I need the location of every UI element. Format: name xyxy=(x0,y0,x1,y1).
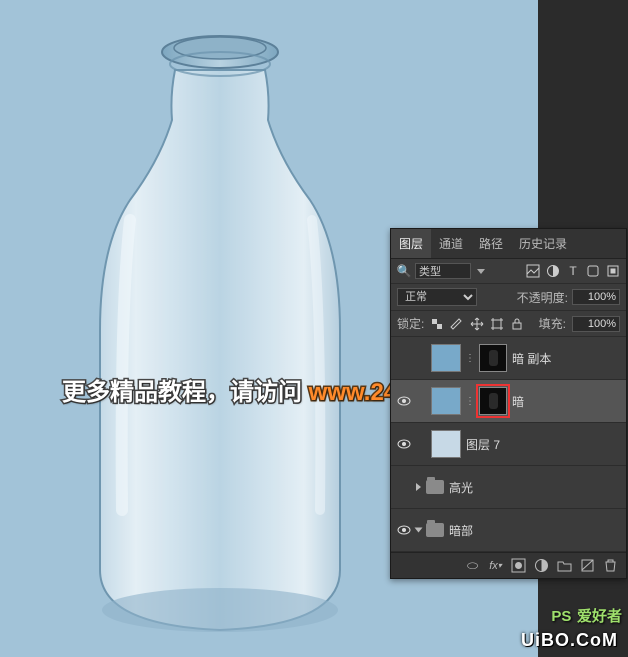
blend-mode-select[interactable]: 正常 xyxy=(397,288,477,306)
disclosure-triangle[interactable] xyxy=(416,483,421,491)
layer-filter[interactable]: 🔍 xyxy=(397,263,485,279)
link-icon: ⋮ xyxy=(466,351,474,365)
filter-row: 🔍 T xyxy=(391,259,626,284)
watermark-logo-sub: 爱好者 xyxy=(577,608,622,625)
new-group-icon[interactable] xyxy=(557,558,572,573)
layer-list: ⋮ 暗 副本 ⋮ 暗 图层 7 高光 暗部 xyxy=(391,337,626,552)
layer-thumb[interactable] xyxy=(431,430,461,458)
link-layers-icon[interactable]: ⬭ xyxy=(465,558,480,573)
promo-text: 更多精品教程，请访问 xyxy=(62,379,309,406)
blend-row: 正常 不透明度: xyxy=(391,284,626,311)
visibility-toggle[interactable] xyxy=(397,351,411,365)
filter-shape-icon[interactable] xyxy=(586,264,600,278)
layer-thumb[interactable] xyxy=(431,387,461,415)
new-adjustment-icon[interactable] xyxy=(534,558,549,573)
watermark-logo: PS 爱好者 xyxy=(551,604,622,627)
visibility-toggle[interactable] xyxy=(397,523,411,537)
watermark-site: UiBO.CoM xyxy=(521,630,618,651)
filter-icons: T xyxy=(526,264,620,278)
lock-row: 锁定: 填充: xyxy=(391,311,626,337)
fill-input[interactable] xyxy=(572,316,620,332)
layers-panel: 图层 通道 路径 历史记录 🔍 T 正常 不透明度: 锁定: 填充: xyxy=(390,228,627,579)
lock-pixels-icon[interactable] xyxy=(450,317,464,331)
layer-row[interactable]: 图层 7 xyxy=(391,423,626,466)
lock-transparency-icon[interactable] xyxy=(430,317,444,331)
folder-icon xyxy=(426,523,444,537)
visibility-toggle[interactable] xyxy=(397,394,411,408)
opacity-label: 不透明度: xyxy=(517,289,568,306)
tab-channels[interactable]: 通道 xyxy=(431,229,471,258)
layer-row[interactable]: 高光 xyxy=(391,466,626,509)
lock-artboard-icon[interactable] xyxy=(490,317,504,331)
visibility-toggle[interactable] xyxy=(397,480,411,494)
opacity-input[interactable] xyxy=(572,289,620,305)
filter-type-input[interactable] xyxy=(415,263,471,279)
tab-history[interactable]: 历史记录 xyxy=(511,229,575,258)
layer-mask-thumb[interactable] xyxy=(479,387,507,415)
layer-name[interactable]: 高光 xyxy=(449,479,620,496)
fx-icon[interactable]: fx▾ xyxy=(488,558,503,573)
add-mask-icon[interactable] xyxy=(511,558,526,573)
layer-name[interactable]: 暗部 xyxy=(449,522,620,539)
layer-mask-thumb[interactable] xyxy=(479,344,507,372)
lock-label: 锁定: xyxy=(397,315,424,332)
new-layer-icon[interactable] xyxy=(580,558,595,573)
layer-name[interactable]: 图层 7 xyxy=(466,436,620,453)
layer-row[interactable]: ⋮ 暗 副本 xyxy=(391,337,626,380)
filter-adjust-icon[interactable] xyxy=(546,264,560,278)
layer-row[interactable]: ⋮ 暗 xyxy=(391,380,626,423)
disclosure-triangle[interactable] xyxy=(415,528,423,533)
search-icon: 🔍 xyxy=(397,264,411,278)
watermark-logo-text: PS xyxy=(551,608,571,625)
tab-paths[interactable]: 路径 xyxy=(471,229,511,258)
visibility-toggle[interactable] xyxy=(397,437,411,451)
lock-position-icon[interactable] xyxy=(470,317,484,331)
delete-layer-icon[interactable] xyxy=(603,558,618,573)
panel-footer: ⬭ fx▾ xyxy=(391,552,626,578)
folder-icon xyxy=(426,480,444,494)
filter-smart-icon[interactable] xyxy=(606,264,620,278)
filter-text-icon[interactable]: T xyxy=(566,264,580,278)
lock-all-icon[interactable] xyxy=(510,317,524,331)
layer-thumb[interactable] xyxy=(431,344,461,372)
tab-layers[interactable]: 图层 xyxy=(391,229,431,258)
fill-label: 填充: xyxy=(539,315,566,332)
link-icon: ⋮ xyxy=(466,394,474,408)
panel-tabs: 图层 通道 路径 历史记录 xyxy=(391,229,626,259)
filter-pixel-icon[interactable] xyxy=(526,264,540,278)
layer-name[interactable]: 暗 xyxy=(512,393,620,410)
bottle-image xyxy=(60,10,380,640)
layer-row[interactable]: 暗部 xyxy=(391,509,626,552)
chevron-down-icon[interactable] xyxy=(477,269,485,274)
layer-name[interactable]: 暗 副本 xyxy=(512,350,620,367)
